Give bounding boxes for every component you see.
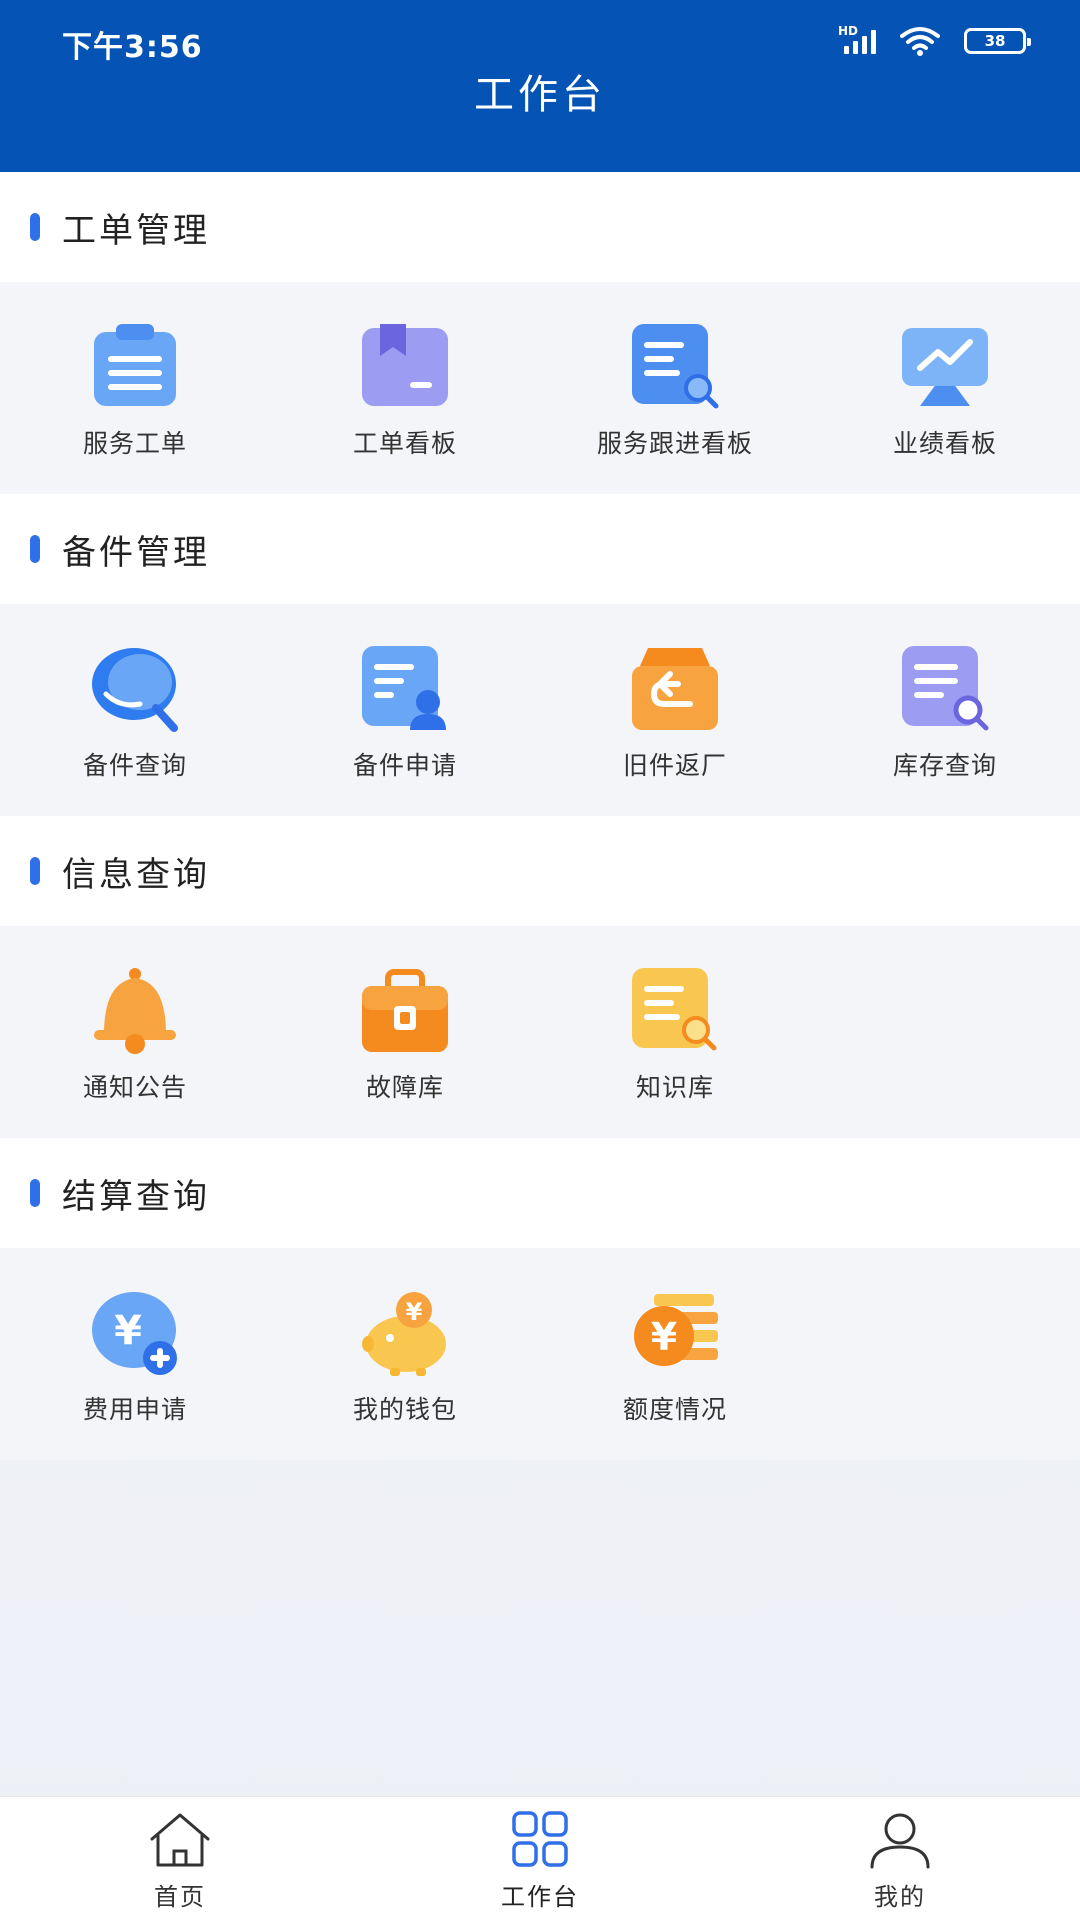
wifi-icon xyxy=(900,27,940,56)
inventory-search-icon xyxy=(902,646,989,731)
svg-text:¥: ¥ xyxy=(114,1308,142,1354)
section-grid-spare-parts: 备件查询 备件申请 旧件返厂 库存查询 xyxy=(0,604,1080,816)
grid-icon xyxy=(512,1811,568,1867)
section-header-work-orders: 工单管理 xyxy=(0,172,1080,282)
nav-label: 我的 xyxy=(874,1883,926,1911)
page-title: 工作台 xyxy=(474,72,606,118)
nav-mine[interactable]: 我的 xyxy=(800,1797,1000,1920)
section-title: 备件管理 xyxy=(62,532,210,573)
bell-icon xyxy=(94,968,176,1054)
section-accent-bar xyxy=(30,857,40,885)
grid-item-label: 知识库 xyxy=(635,1073,714,1102)
grid-item-follow-up-board[interactable]: 服务跟进看板 xyxy=(540,282,810,494)
workbench-screen: 下午3:56 HD 38 工作台 工单管理 服务工单 工单看板 服务跟进看板 业… xyxy=(0,0,1080,1920)
grid-item-label: 故障库 xyxy=(365,1073,444,1102)
chat-search-icon xyxy=(92,648,178,732)
grid-item-inventory-query[interactable]: 库存查询 xyxy=(810,604,1080,816)
home-icon xyxy=(150,1813,210,1867)
grid-item-label: 通知公告 xyxy=(82,1073,187,1102)
section-grid-work-orders: 服务工单 工单看板 服务跟进看板 业绩看板 xyxy=(0,282,1080,494)
trend-chart-icon xyxy=(902,328,988,406)
user-icon xyxy=(870,1813,930,1869)
section-header-spare-parts: 备件管理 xyxy=(0,494,1080,604)
grid-item-knowledge-base[interactable]: 知识库 xyxy=(540,926,810,1138)
grid-item-label: 旧件返厂 xyxy=(622,751,727,780)
section-title: 信息查询 xyxy=(62,854,210,895)
grid-item-fault-library[interactable]: 故障库 xyxy=(270,926,540,1138)
grid-item-expense-apply[interactable]: ¥ 费用申请 xyxy=(0,1248,270,1460)
grid-item-service-orders[interactable]: 服务工单 xyxy=(0,282,270,494)
grid-item-notices[interactable]: 通知公告 xyxy=(0,926,270,1138)
section-grid-info-query: 通知公告 故障库 知识库 xyxy=(0,926,1080,1138)
section-header-settlement-query: 结算查询 xyxy=(0,1138,1080,1248)
nav-label: 首页 xyxy=(154,1883,206,1911)
return-box-icon xyxy=(632,648,718,730)
grid-item-order-board[interactable]: 工单看板 xyxy=(270,282,540,494)
piggy-bank-icon: ¥ xyxy=(362,1292,446,1376)
bottom-nav: 首页 工作台 我的 xyxy=(0,1796,1080,1920)
status-icons: HD 38 xyxy=(838,24,1031,56)
grid-item-label: 服务工单 xyxy=(82,429,187,458)
battery-icon: 38 xyxy=(964,28,1031,54)
svg-text:¥: ¥ xyxy=(406,1298,423,1326)
grid-item-old-parts-return[interactable]: 旧件返厂 xyxy=(540,604,810,816)
grid-item-label: 我的钱包 xyxy=(352,1395,457,1424)
nav-home[interactable]: 首页 xyxy=(80,1797,280,1920)
clipboard-list-icon xyxy=(94,324,176,406)
grid-item-parts-apply[interactable]: 备件申请 xyxy=(270,604,540,816)
grid-item-label: 库存查询 xyxy=(892,751,997,780)
nav-label: 工作台 xyxy=(501,1883,579,1911)
signal-icon: HD xyxy=(838,24,876,54)
grid-item-label: 费用申请 xyxy=(82,1395,187,1424)
document-user-icon xyxy=(362,646,446,730)
grid-item-label: 业绩看板 xyxy=(892,429,997,458)
grid-item-label: 备件申请 xyxy=(352,751,457,780)
yen-coins-icon: ¥ xyxy=(634,1294,718,1366)
yen-add-icon: ¥ xyxy=(92,1292,177,1375)
section-accent-bar xyxy=(30,213,40,241)
grid-item-parts-query[interactable]: 备件查询 xyxy=(0,604,270,816)
section-title: 工单管理 xyxy=(62,210,210,251)
grid-item-performance-board[interactable]: 业绩看板 xyxy=(810,282,1080,494)
status-time: 下午3:56 xyxy=(62,30,203,65)
grid-item-my-wallet[interactable]: ¥ 我的钱包 xyxy=(270,1248,540,1460)
app-header: 下午3:56 HD 38 工作台 xyxy=(0,0,1080,172)
bookmark-board-icon xyxy=(362,324,448,406)
section-grid-settlement-query: ¥ 费用申请 ¥ 我的钱包 ¥ 额度情况 xyxy=(0,1248,1080,1460)
grid-item-credit-status[interactable]: ¥ 额度情况 xyxy=(540,1248,810,1460)
nav-workbench[interactable]: 工作台 xyxy=(440,1797,640,1920)
section-accent-bar xyxy=(30,535,40,563)
section-header-info-query: 信息查询 xyxy=(0,816,1080,926)
section-title: 结算查询 xyxy=(62,1176,210,1217)
grid-item-label: 服务跟进看板 xyxy=(596,429,753,458)
grid-item-label: 额度情况 xyxy=(622,1395,727,1424)
section-accent-bar xyxy=(30,1179,40,1207)
grid-item-label: 备件查询 xyxy=(82,751,187,780)
document-search-icon xyxy=(632,324,719,409)
svg-text:¥: ¥ xyxy=(651,1315,677,1359)
knowledge-search-icon xyxy=(632,968,717,1051)
network-label: HD xyxy=(838,24,859,38)
toolbox-icon xyxy=(362,969,448,1052)
grid-item-label: 工单看板 xyxy=(352,429,457,458)
battery-level: 38 xyxy=(984,32,1006,50)
